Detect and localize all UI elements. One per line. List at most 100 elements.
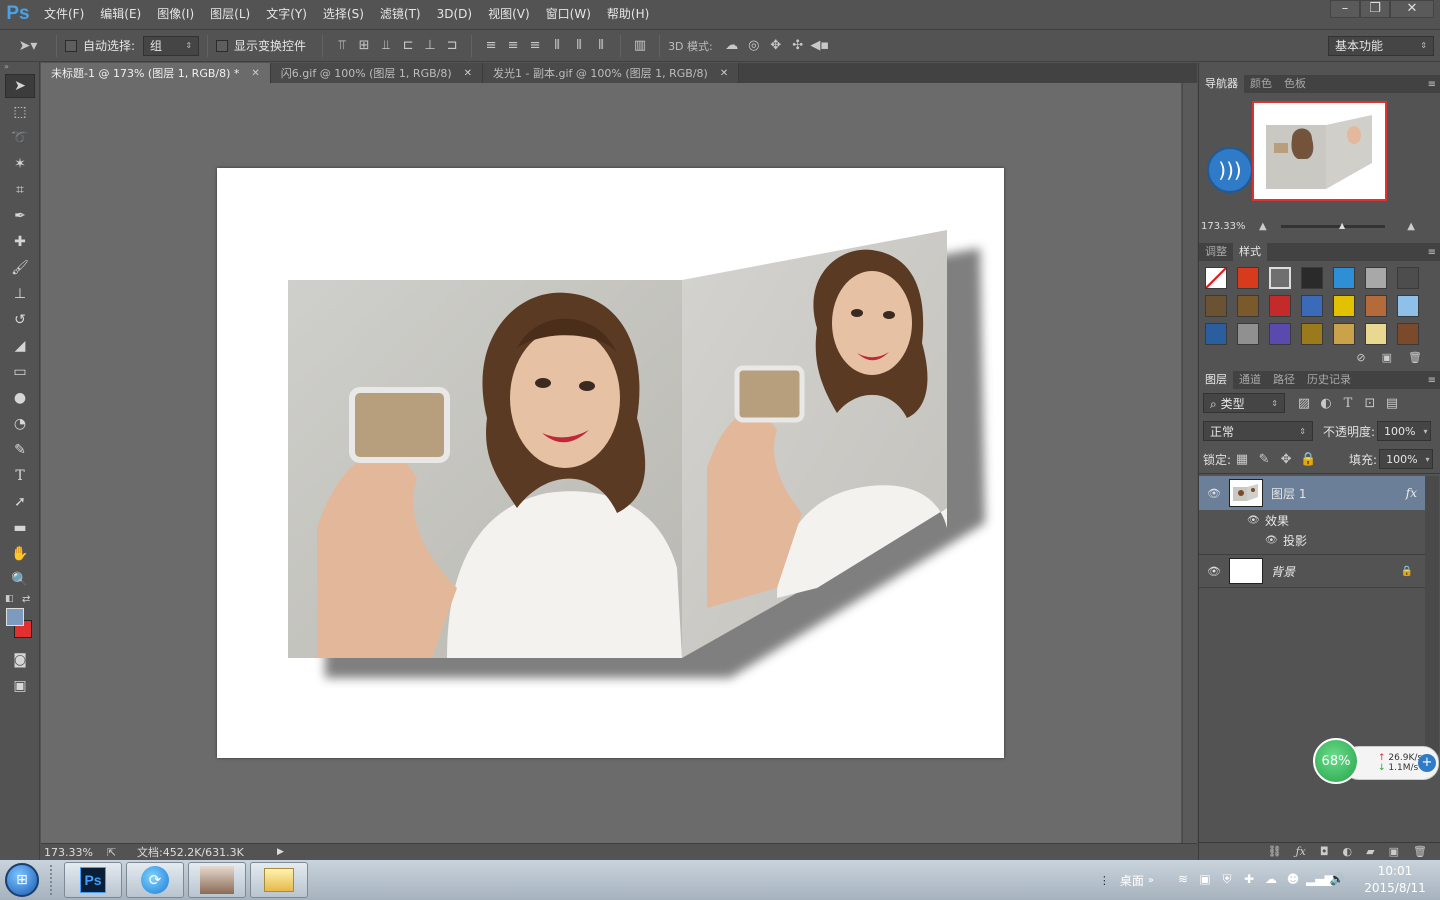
style-swatch[interactable] <box>1397 295 1419 317</box>
style-swatch[interactable] <box>1301 267 1323 289</box>
tab-paths[interactable]: 路径 <box>1267 371 1301 389</box>
status-zoom[interactable]: 173.33% <box>41 846 107 859</box>
auto-select-toggle[interactable]: 自动选择: <box>65 37 135 54</box>
clear-style-icon[interactable]: ⊘ <box>1356 351 1365 367</box>
hand-tool-icon[interactable]: ✋ <box>5 542 35 566</box>
panel-menu-icon[interactable]: ≡ <box>1428 375 1436 386</box>
align-left-icon[interactable]: ⊏ <box>397 38 419 53</box>
menu-edit[interactable]: 编辑(E) <box>92 0 149 28</box>
add-mask-icon[interactable]: ◘ <box>1320 845 1329 858</box>
close-icon[interactable]: ✕ <box>251 68 259 79</box>
style-swatch[interactable] <box>1397 323 1419 345</box>
3d-slide-icon[interactable]: ✣ <box>787 38 809 53</box>
zoom-slider[interactable]: ▲ <box>1281 221 1385 230</box>
zoom-in-icon[interactable]: ▲ <box>1385 221 1415 232</box>
close-icon[interactable]: ✕ <box>720 68 728 79</box>
eye-icon[interactable]: 👁 <box>1199 487 1229 500</box>
layer-filter-dropdown[interactable]: ⌕ 类型 ⇕ <box>1203 393 1285 413</box>
style-swatch[interactable] <box>1269 295 1291 317</box>
distribute-top-icon[interactable]: ≡ <box>480 38 502 53</box>
magic-wand-tool-icon[interactable]: ✶ <box>5 152 35 176</box>
blur-tool-icon[interactable]: ● <box>5 386 35 410</box>
chevron-down-icon[interactable]: ▾ <box>1424 427 1428 436</box>
lock-position-icon[interactable]: ✥ <box>1275 452 1297 467</box>
plus-app-icon[interactable]: ✚ <box>1240 872 1258 888</box>
distribute-bottom-icon[interactable]: ≡ <box>524 38 546 53</box>
filter-type-icon[interactable]: T <box>1337 396 1359 411</box>
taskbar-image-viewer[interactable] <box>188 862 246 898</box>
style-swatch[interactable] <box>1365 295 1387 317</box>
foreground-color-swatch[interactable] <box>6 608 24 626</box>
start-button[interactable]: ⊞ <box>0 860 44 900</box>
auto-select-dropdown[interactable]: 组 ⇕ <box>143 35 200 56</box>
style-swatch[interactable] <box>1269 323 1291 345</box>
new-style-icon[interactable]: ▣ <box>1382 351 1392 367</box>
dodge-tool-icon[interactable]: ◔ <box>5 412 35 436</box>
opacity-input[interactable]: 100% ▾ <box>1377 421 1432 441</box>
wifi-icon[interactable]: ≋ <box>1174 872 1192 888</box>
healing-brush-tool-icon[interactable]: ✚ <box>5 230 35 254</box>
stamp-tool-icon[interactable]: ⊥ <box>5 282 35 306</box>
style-swatch[interactable] <box>1333 295 1355 317</box>
new-group-icon[interactable]: ▰ <box>1366 845 1374 858</box>
menu-file[interactable]: 文件(F) <box>36 0 92 28</box>
cloud-icon[interactable]: ☁ <box>1262 872 1280 888</box>
volume-icon[interactable]: 🔊 <box>1328 872 1346 888</box>
play-arrow-icon[interactable]: ▶ <box>277 847 284 857</box>
menu-3d[interactable]: 3D(D) <box>429 0 480 28</box>
menu-view[interactable]: 视图(V) <box>480 0 538 28</box>
distribute-hcenter-icon[interactable]: ⦀ <box>568 38 590 53</box>
zoom-out-icon[interactable]: ▲ <box>1259 221 1281 232</box>
layer-effects-row[interactable]: 👁 效果 <box>1199 510 1425 530</box>
export-icon[interactable]: ⇱ <box>107 846 137 859</box>
auto-select-checkbox[interactable] <box>65 39 77 52</box>
style-swatch[interactable] <box>1237 295 1259 317</box>
pen-tool-icon[interactable]: ✎ <box>5 438 35 462</box>
canvas-workspace[interactable] <box>41 83 1181 843</box>
align-hcenter-icon[interactable]: ⊥ <box>419 38 441 53</box>
qq-penguin-icon[interactable]: ☻ <box>1284 872 1302 888</box>
screen-mode-icon[interactable]: ▣ <box>5 674 35 698</box>
eyedropper-tool-icon[interactable]: ✒ <box>5 204 35 228</box>
doc-tab-3[interactable]: 发光1 - 副本.gif @ 100% (图层 1, RGB/8) ✕ <box>483 63 740 83</box>
monitor-icon[interactable]: ▣ <box>1196 872 1214 888</box>
brush-tool-icon[interactable]: 🖌 <box>5 256 35 280</box>
zoom-tool-icon[interactable]: 🔍 <box>5 568 35 592</box>
slider-thumb-icon[interactable]: ▲ <box>1339 221 1345 230</box>
filter-smart-object-icon[interactable]: ▤ <box>1381 396 1403 411</box>
navigator-thumbnail[interactable] <box>1252 101 1387 201</box>
align-vcenter-icon[interactable]: ⊞ <box>353 38 375 53</box>
layer-row-background[interactable]: 👁 背景 🔒 <box>1199 554 1425 588</box>
style-swatch[interactable] <box>1301 295 1323 317</box>
network-speed-widget[interactable]: 68% ↑ 26.9K/s ↓ 1.1M/s + <box>1313 738 1439 786</box>
layer-row-layer1[interactable]: 👁 图层 1 fx <box>1199 476 1425 510</box>
document-canvas[interactable] <box>217 168 1004 758</box>
collapse-icon[interactable]: » <box>0 62 39 72</box>
distribute-left-icon[interactable]: ⦀ <box>546 38 568 53</box>
navigator-zoom-value[interactable]: 173.33% <box>1201 221 1259 232</box>
style-swatch[interactable] <box>1333 267 1355 289</box>
lock-pixels-icon[interactable]: ✎ <box>1253 452 1275 467</box>
tab-history[interactable]: 历史记录 <box>1301 371 1357 389</box>
menu-help[interactable]: 帮助(H) <box>599 0 657 28</box>
new-layer-icon[interactable]: ▣ <box>1389 845 1399 858</box>
close-icon[interactable]: ✕ <box>1390 0 1434 18</box>
workspace-dropdown[interactable]: 基本功能 ⇕ <box>1328 35 1434 56</box>
fill-input[interactable]: 100% ▾ <box>1379 449 1434 469</box>
tab-color[interactable]: 颜色 <box>1244 75 1278 93</box>
blend-mode-dropdown[interactable]: 正常 ⇕ <box>1203 421 1313 441</box>
clock[interactable]: 10:01 2015/8/11 <box>1360 863 1430 897</box>
network-usage-circle[interactable]: 68% <box>1313 738 1359 784</box>
default-colors-icon[interactable]: ◧ <box>5 594 14 604</box>
delete-style-icon[interactable]: 🗑 <box>1408 351 1422 367</box>
tab-layers[interactable]: 图层 <box>1199 371 1233 389</box>
add-style-icon[interactable]: ƒx <box>1296 845 1306 858</box>
style-swatch[interactable] <box>1205 323 1227 345</box>
shield-icon[interactable]: ⛨ <box>1218 872 1236 888</box>
eye-icon[interactable]: 👁 <box>1199 565 1229 578</box>
style-swatch[interactable] <box>1365 323 1387 345</box>
chevron-down-icon[interactable]: ▾ <box>1426 455 1430 464</box>
eye-icon[interactable]: 👁 <box>1265 535 1283 546</box>
menu-window[interactable]: 窗口(W) <box>538 0 599 28</box>
shape-tool-icon[interactable]: ▬ <box>5 516 35 540</box>
